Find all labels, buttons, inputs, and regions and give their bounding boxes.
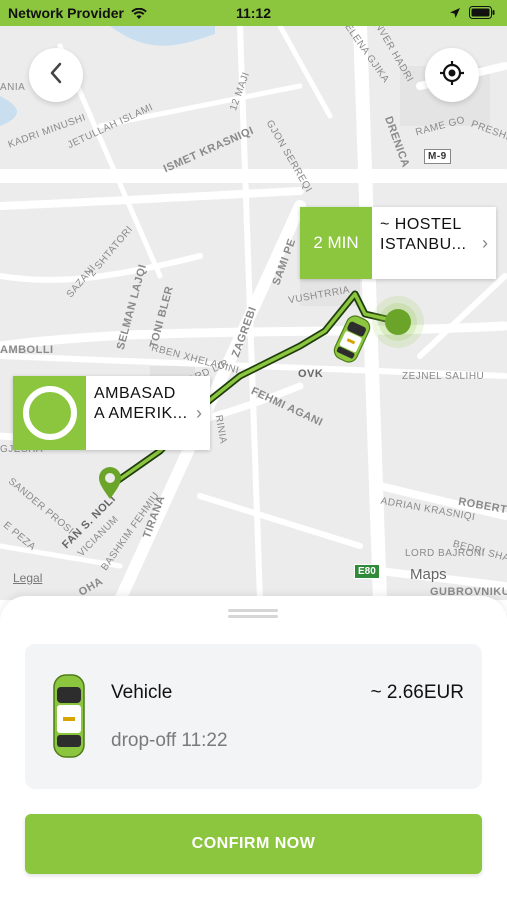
ride-price: ~ 2.66EUR [370, 682, 464, 703]
status-bar: Network Provider 11:12 [0, 0, 507, 26]
pickup-marker-icon [372, 296, 424, 348]
pickup-label: ~ HOSTEL ISTANBU... [380, 216, 467, 253]
locate-me-button[interactable] [425, 48, 479, 102]
chevron-left-icon [49, 62, 63, 89]
destination-bubble[interactable]: AMBASAD A AMERIK... › [13, 376, 210, 450]
destination-label: AMBASAD A AMERIK... [94, 385, 188, 422]
street-label: ANIA [0, 82, 26, 93]
crosshair-icon [439, 60, 465, 91]
street-label: AMBOLLI [0, 344, 54, 356]
highway-shield: M-9 [424, 149, 451, 164]
chevron-right-icon: › [482, 232, 488, 253]
map-view[interactable]: KADRI MINUSHI JETULLAH ISLAMI ISMET KRAS… [0, 26, 507, 600]
street-label: LORD BAJRONI [405, 548, 485, 559]
destination-ring-icon [22, 386, 77, 440]
maps-brand-label: Maps [410, 566, 447, 583]
street-label: OVK [298, 368, 324, 380]
chevron-right-icon: › [196, 402, 202, 423]
dropoff-time: drop-off 11:22 [111, 730, 228, 751]
road-badge: E80 [354, 564, 380, 579]
battery-icon [469, 6, 495, 22]
vehicle-car-icon [53, 674, 85, 758]
ride-option-card[interactable]: Vehicle ~ 2.66EUR drop-off 11:22 [25, 644, 482, 789]
destination-badge [13, 376, 86, 450]
sheet-handle[interactable] [228, 609, 278, 612]
legal-link[interactable]: Legal [13, 571, 42, 585]
pickup-bubble[interactable]: 2 MIN ~ HOSTEL ISTANBU... › [300, 207, 496, 279]
vehicle-name: Vehicle [111, 682, 173, 703]
back-button[interactable] [29, 48, 83, 102]
sheet-handle[interactable] [228, 615, 278, 618]
clock: 11:12 [235, 5, 272, 21]
location-arrow-icon [449, 6, 461, 22]
street-label: ZEJNEL SALIHU [402, 371, 485, 382]
confirm-button[interactable]: CONFIRM NOW [25, 814, 482, 874]
destination-pin-icon [99, 467, 121, 499]
eta-badge: 2 MIN [300, 207, 372, 279]
bottom-sheet[interactable]: Vehicle ~ 2.66EUR drop-off 11:22 CONFIRM… [0, 596, 507, 900]
status-icons [449, 6, 495, 22]
